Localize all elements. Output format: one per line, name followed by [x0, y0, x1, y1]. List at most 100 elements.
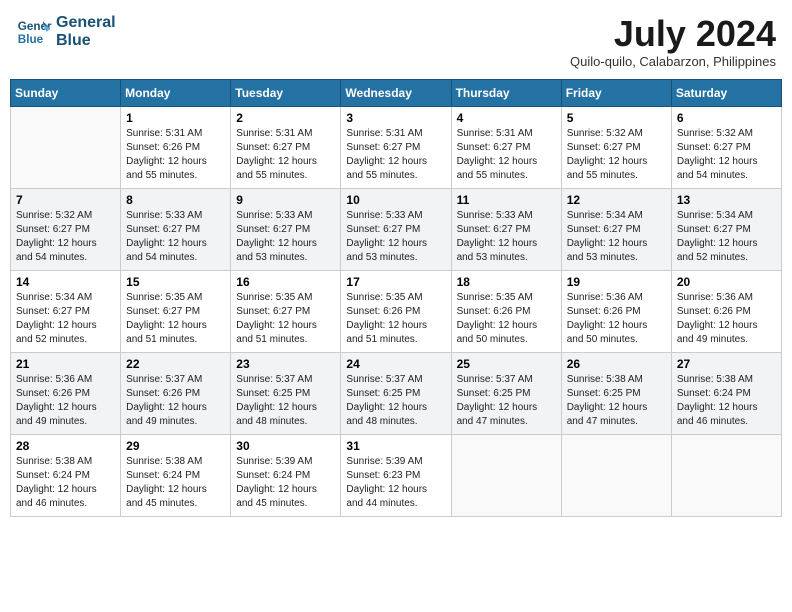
day-number: 14: [16, 275, 115, 289]
day-number: 17: [346, 275, 445, 289]
day-number: 18: [457, 275, 556, 289]
day-number: 11: [457, 193, 556, 207]
calendar-cell: 11 Sunrise: 5:33 AM Sunset: 6:27 PM Dayli…: [451, 188, 561, 270]
calendar-cell: 22Sunrise: 5:37 AM Sunset: 6:26 PM Dayli…: [121, 352, 231, 434]
day-number: 23: [236, 357, 335, 371]
calendar-week-row: 14 Sunrise: 5:34 AM Sunset: 6:27 PM Dayli…: [11, 270, 782, 352]
logo-icon: General Blue: [16, 14, 52, 50]
calendar-cell: 12Sunrise: 5:34 AM Sunset: 6:27 PM Dayli…: [561, 188, 671, 270]
day-number: 6: [677, 111, 776, 125]
day-number: 31: [346, 439, 445, 453]
day-number: 15: [126, 275, 225, 289]
calendar-cell: 26 Sunrise: 5:38 AM Sunset: 6:25 PM Dayli…: [561, 352, 671, 434]
day-info: Sunrise: 5:38 AM Sunset: 6:24 PM Dayligh…: [16, 455, 115, 511]
calendar-cell: 9 Sunrise: 5:33 AM Sunset: 6:27 PM Daylig…: [231, 188, 341, 270]
page-title: July 2024: [570, 14, 776, 54]
day-info: Sunrise: 5:35 AM Sunset: 6:27 PM Dayligh…: [126, 291, 225, 347]
calendar-cell: 23 Sunrise: 5:37 AM Sunset: 6:25 PM Dayli…: [231, 352, 341, 434]
day-info: Sunrise: 5:38 AM Sunset: 6:24 PM Dayligh…: [126, 455, 225, 511]
calendar-cell: [671, 434, 781, 516]
logo: General Blue General Blue: [16, 14, 116, 50]
day-info: Sunrise: 5:31 AM Sunset: 6:27 PM Dayligh…: [346, 127, 445, 183]
day-info: Sunrise: 5:33 AM Sunset: 6:27 PM Dayligh…: [236, 209, 335, 265]
day-info: Sunrise: 5:39 AM Sunset: 6:23 PM Dayligh…: [346, 455, 445, 511]
calendar-week-row: 28 Sunrise: 5:38 AM Sunset: 6:24 PM Dayli…: [11, 434, 782, 516]
day-number: 16: [236, 275, 335, 289]
day-info: Sunrise: 5:39 AM Sunset: 6:24 PM Dayligh…: [236, 455, 335, 511]
day-number: 25: [457, 357, 556, 371]
title-block: July 2024 Quilo-quilo, Calabarzon, Phili…: [570, 14, 776, 69]
day-info: Sunrise: 5:33 AM Sunset: 6:27 PM Dayligh…: [346, 209, 445, 265]
day-number: 9: [236, 193, 335, 207]
page-header: General Blue General Blue July 2024 Quil…: [10, 10, 782, 73]
day-info: Sunrise: 5:35 AM Sunset: 6:27 PM Dayligh…: [236, 291, 335, 347]
calendar-week-row: 21 Sunrise: 5:36 AM Sunset: 6:26 PM Dayli…: [11, 352, 782, 434]
calendar-cell: [11, 106, 121, 188]
day-info: Sunrise: 5:36 AM Sunset: 6:26 PM Dayligh…: [677, 291, 776, 347]
calendar-cell: 6 Sunrise: 5:32 AM Sunset: 6:27 PM Daylig…: [671, 106, 781, 188]
day-info: Sunrise: 5:32 AM Sunset: 6:27 PM Dayligh…: [677, 127, 776, 183]
day-info: Sunrise: 5:34 AM Sunset: 6:27 PM Dayligh…: [16, 291, 115, 347]
column-header-saturday: Saturday: [671, 79, 781, 106]
day-number: 22: [126, 357, 225, 371]
day-info: Sunrise: 5:35 AM Sunset: 6:26 PM Dayligh…: [346, 291, 445, 347]
day-number: 26: [567, 357, 666, 371]
day-info: Sunrise: 5:32 AM Sunset: 6:27 PM Dayligh…: [16, 209, 115, 265]
calendar-cell: 27 Sunrise: 5:38 AM Sunset: 6:24 PM Dayli…: [671, 352, 781, 434]
calendar-cell: 16 Sunrise: 5:35 AM Sunset: 6:27 PM Dayli…: [231, 270, 341, 352]
calendar-cell: 13 Sunrise: 5:34 AM Sunset: 6:27 PM Dayli…: [671, 188, 781, 270]
day-info: Sunrise: 5:36 AM Sunset: 6:26 PM Dayligh…: [16, 373, 115, 429]
calendar-table: SundayMondayTuesdayWednesdayThursdayFrid…: [10, 79, 782, 517]
svg-text:Blue: Blue: [18, 33, 44, 46]
calendar-cell: 24Sunrise: 5:37 AM Sunset: 6:25 PM Dayli…: [341, 352, 451, 434]
calendar-cell: 3 Sunrise: 5:31 AM Sunset: 6:27 PM Daylig…: [341, 106, 451, 188]
calendar-cell: 15 Sunrise: 5:35 AM Sunset: 6:27 PM Dayli…: [121, 270, 231, 352]
day-number: 8: [126, 193, 225, 207]
column-header-friday: Friday: [561, 79, 671, 106]
calendar-cell: 25 Sunrise: 5:37 AM Sunset: 6:25 PM Dayli…: [451, 352, 561, 434]
day-number: 21: [16, 357, 115, 371]
calendar-cell: 1Sunrise: 5:31 AM Sunset: 6:26 PM Daylig…: [121, 106, 231, 188]
day-number: 2: [236, 111, 335, 125]
calendar-cell: [451, 434, 561, 516]
day-number: 19: [567, 275, 666, 289]
day-info: Sunrise: 5:33 AM Sunset: 6:27 PM Dayligh…: [457, 209, 556, 265]
calendar-cell: 18 Sunrise: 5:35 AM Sunset: 6:26 PM Dayli…: [451, 270, 561, 352]
calendar-cell: [561, 434, 671, 516]
column-header-tuesday: Tuesday: [231, 79, 341, 106]
day-info: Sunrise: 5:32 AM Sunset: 6:27 PM Dayligh…: [567, 127, 666, 183]
calendar-cell: 29 Sunrise: 5:38 AM Sunset: 6:24 PM Dayli…: [121, 434, 231, 516]
calendar-cell: 7 Sunrise: 5:32 AM Sunset: 6:27 PM Daylig…: [11, 188, 121, 270]
day-info: Sunrise: 5:36 AM Sunset: 6:26 PM Dayligh…: [567, 291, 666, 347]
day-info: Sunrise: 5:31 AM Sunset: 6:27 PM Dayligh…: [236, 127, 335, 183]
calendar-cell: 28 Sunrise: 5:38 AM Sunset: 6:24 PM Dayli…: [11, 434, 121, 516]
day-number: 10: [346, 193, 445, 207]
day-number: 7: [16, 193, 115, 207]
calendar-cell: 20 Sunrise: 5:36 AM Sunset: 6:26 PM Dayli…: [671, 270, 781, 352]
day-number: 3: [346, 111, 445, 125]
day-info: Sunrise: 5:34 AM Sunset: 6:27 PM Dayligh…: [677, 209, 776, 265]
day-number: 28: [16, 439, 115, 453]
calendar-cell: 17 Sunrise: 5:35 AM Sunset: 6:26 PM Dayli…: [341, 270, 451, 352]
calendar-cell: 5Sunrise: 5:32 AM Sunset: 6:27 PM Daylig…: [561, 106, 671, 188]
day-number: 13: [677, 193, 776, 207]
column-header-monday: Monday: [121, 79, 231, 106]
day-number: 27: [677, 357, 776, 371]
calendar-cell: 2 Sunrise: 5:31 AM Sunset: 6:27 PM Daylig…: [231, 106, 341, 188]
day-info: Sunrise: 5:35 AM Sunset: 6:26 PM Dayligh…: [457, 291, 556, 347]
calendar-cell: 10 Sunrise: 5:33 AM Sunset: 6:27 PM Dayli…: [341, 188, 451, 270]
day-number: 4: [457, 111, 556, 125]
day-number: 29: [126, 439, 225, 453]
day-info: Sunrise: 5:38 AM Sunset: 6:24 PM Dayligh…: [677, 373, 776, 429]
day-info: Sunrise: 5:38 AM Sunset: 6:25 PM Dayligh…: [567, 373, 666, 429]
day-info: Sunrise: 5:37 AM Sunset: 6:25 PM Dayligh…: [236, 373, 335, 429]
calendar-cell: 14 Sunrise: 5:34 AM Sunset: 6:27 PM Dayli…: [11, 270, 121, 352]
day-number: 20: [677, 275, 776, 289]
day-info: Sunrise: 5:37 AM Sunset: 6:25 PM Dayligh…: [457, 373, 556, 429]
column-header-thursday: Thursday: [451, 79, 561, 106]
day-number: 24: [346, 357, 445, 371]
day-info: Sunrise: 5:31 AM Sunset: 6:26 PM Dayligh…: [126, 127, 225, 183]
day-info: Sunrise: 5:33 AM Sunset: 6:27 PM Dayligh…: [126, 209, 225, 265]
calendar-cell: 8 Sunrise: 5:33 AM Sunset: 6:27 PM Daylig…: [121, 188, 231, 270]
calendar-cell: 19 Sunrise: 5:36 AM Sunset: 6:26 PM Dayli…: [561, 270, 671, 352]
